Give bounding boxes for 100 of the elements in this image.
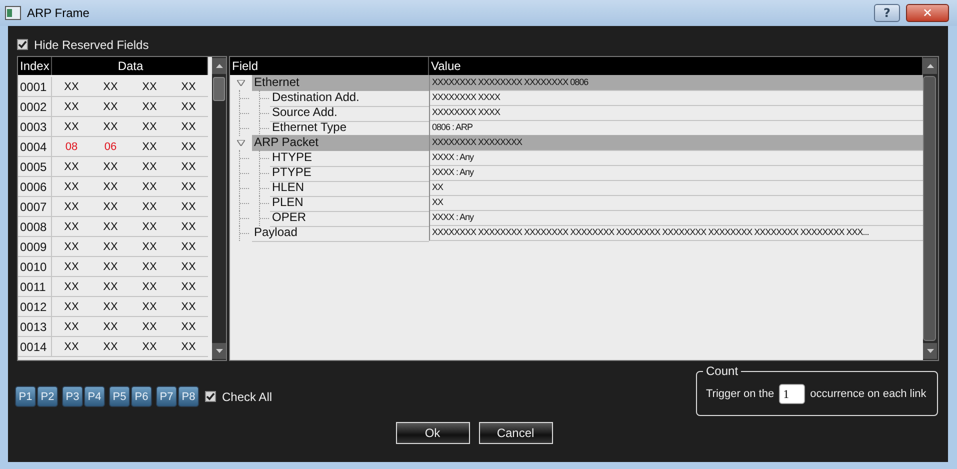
byte-cell: XX bbox=[91, 337, 130, 357]
byte-cell: XX bbox=[169, 177, 208, 197]
field-label[interactable]: PLEN bbox=[270, 194, 429, 212]
byte-cell: XX bbox=[52, 77, 91, 97]
byte-cell: XX bbox=[52, 257, 91, 277]
field-label[interactable]: Payload bbox=[252, 224, 429, 242]
byte-cell: XX bbox=[130, 317, 169, 337]
window-title: ARP Frame bbox=[27, 6, 90, 20]
scroll-thumb[interactable] bbox=[923, 76, 936, 341]
byte-cell: XX bbox=[169, 77, 208, 97]
app-icon bbox=[5, 6, 21, 20]
byte-cell: XX bbox=[91, 297, 130, 317]
collapse-triangle-icon[interactable] bbox=[237, 140, 245, 146]
index-cell: 0010 bbox=[18, 257, 52, 277]
scroll-thumb[interactable] bbox=[213, 77, 225, 101]
scroll-up-icon[interactable] bbox=[212, 58, 226, 74]
byte-cell: XX bbox=[52, 237, 91, 257]
column-header: Index bbox=[18, 57, 52, 75]
byte-cell: XX bbox=[130, 197, 169, 217]
field-value: XXXXXXXX XXXXXXXX XXXXXXXX 0806 bbox=[429, 75, 923, 91]
byte-cell: XX bbox=[91, 277, 130, 297]
field-label[interactable]: Ethernet bbox=[252, 75, 429, 91]
field-value: XXXXXXXX XXXXXXXX bbox=[429, 135, 923, 151]
port-button[interactable]: P7 bbox=[156, 386, 177, 407]
port-button[interactable]: P1 bbox=[15, 386, 36, 407]
byte-cell: XX bbox=[91, 157, 130, 177]
byte-cell: XX bbox=[169, 257, 208, 277]
port-button[interactable]: P6 bbox=[131, 386, 152, 407]
index-cell: 0001 bbox=[18, 77, 52, 97]
checkbox-label: Hide Reserved Fields bbox=[34, 38, 149, 52]
byte-cell: XX bbox=[91, 217, 130, 237]
byte-cell: XX bbox=[52, 337, 91, 357]
byte-cell: XX bbox=[169, 137, 208, 157]
field-label[interactable]: ARP Packet bbox=[252, 135, 429, 151]
byte-cell: XX bbox=[169, 277, 208, 297]
field-label: Trigger on the bbox=[706, 388, 774, 400]
field-label: occurrence on each link bbox=[810, 388, 926, 400]
field-value: XXXX : Any bbox=[429, 165, 923, 181]
field-label[interactable]: Source Add. bbox=[270, 104, 429, 122]
byte-cell: XX bbox=[91, 237, 130, 257]
byte-cell: XX bbox=[130, 257, 169, 277]
port-button[interactable]: P4 bbox=[84, 386, 105, 407]
index-cell: 0009 bbox=[18, 237, 52, 257]
byte-cell: XX bbox=[91, 117, 130, 137]
byte-cell: XX bbox=[130, 137, 169, 157]
checkbox[interactable] bbox=[17, 39, 28, 50]
byte-cell: XX bbox=[91, 317, 130, 337]
field-value: XX bbox=[429, 180, 923, 196]
index-cell: 0003 bbox=[18, 117, 52, 137]
index-cell: 0004 bbox=[18, 137, 52, 157]
byte-cell: XX bbox=[52, 97, 91, 117]
byte-cell: XX bbox=[169, 237, 208, 257]
byte-cell: XX bbox=[91, 257, 130, 277]
field-label[interactable]: OPER bbox=[270, 210, 429, 226]
field-label[interactable]: HLEN bbox=[270, 180, 429, 196]
checkbox[interactable] bbox=[205, 391, 216, 402]
port-button[interactable]: P3 bbox=[62, 386, 83, 407]
byte-cell: XX bbox=[169, 97, 208, 117]
scroll-up-icon[interactable] bbox=[923, 58, 937, 74]
byte-cell: XX bbox=[169, 317, 208, 337]
byte-cell: XX bbox=[91, 177, 130, 197]
help-button[interactable]: ? bbox=[874, 4, 900, 22]
scroll-down-icon[interactable] bbox=[212, 343, 226, 359]
index-cell: 0005 bbox=[18, 157, 52, 177]
scroll-down-icon[interactable] bbox=[923, 343, 937, 359]
collapse-triangle-icon[interactable] bbox=[237, 80, 245, 86]
index-cell: 0008 bbox=[18, 217, 52, 237]
byte-cell: XX bbox=[130, 277, 169, 297]
dialog-button[interactable]: Cancel bbox=[478, 422, 552, 444]
field-value: XXXXXXXX XXXX bbox=[429, 105, 923, 121]
byte-cell: XX bbox=[130, 117, 169, 137]
byte-cell: XX bbox=[130, 177, 169, 197]
byte-cell: 06 bbox=[91, 137, 130, 157]
byte-cell: XX bbox=[169, 337, 208, 357]
byte-cell: XX bbox=[52, 117, 91, 137]
field-value: XXXXXXXX XXXX bbox=[429, 90, 923, 106]
field-label[interactable]: PTYPE bbox=[270, 164, 429, 182]
field-value: XXXX : Any bbox=[429, 150, 923, 166]
byte-cell: XX bbox=[52, 297, 91, 317]
byte-cell: XX bbox=[130, 77, 169, 97]
field-value: XXXXXXXX XXXXXXXX XXXXXXXX XXXXXXXX XXXXXXXX XXXXXXXX XXXXXXXX XXXXXXXX XXXXXXXX XXX... bbox=[429, 225, 923, 241]
group-title: Count bbox=[703, 364, 742, 378]
count-field[interactable]: 1 bbox=[779, 384, 806, 404]
byte-cell: XX bbox=[52, 157, 91, 177]
dialog-button[interactable]: Ok bbox=[396, 422, 470, 444]
byte-cell: XX bbox=[169, 117, 208, 137]
byte-cell: XX bbox=[130, 337, 169, 357]
byte-cell: XX bbox=[52, 277, 91, 297]
index-cell: 0006 bbox=[18, 177, 52, 197]
byte-cell: XX bbox=[169, 297, 208, 317]
byte-cell: XX bbox=[52, 197, 91, 217]
port-button[interactable]: P5 bbox=[109, 386, 130, 407]
column-header: Data bbox=[52, 57, 208, 75]
port-button[interactable]: P8 bbox=[178, 386, 199, 407]
port-button[interactable]: P2 bbox=[37, 386, 58, 407]
field-label[interactable]: Destination Add. bbox=[270, 90, 429, 106]
index-cell: 0014 bbox=[18, 337, 52, 357]
byte-cell: XX bbox=[169, 157, 208, 177]
byte-cell: XX bbox=[52, 217, 91, 237]
field-label[interactable]: HTYPE bbox=[270, 150, 429, 166]
